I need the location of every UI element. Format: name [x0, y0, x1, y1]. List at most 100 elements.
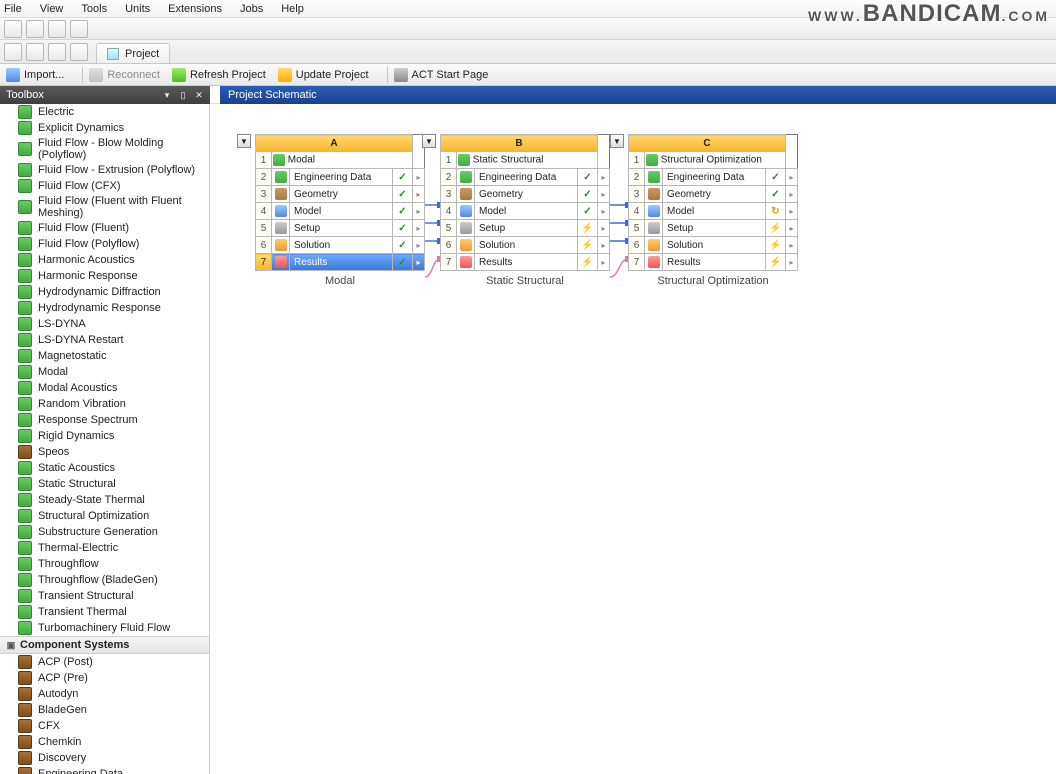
- system-cell-row[interactable]: 6Solution✓▸: [256, 237, 425, 254]
- system-cell-row[interactable]: 3Geometry✓▸: [629, 186, 798, 203]
- analysis-system-item[interactable]: Substructure Generation: [0, 524, 209, 540]
- analysis-system-item[interactable]: Electric: [0, 104, 209, 120]
- analysis-system-item[interactable]: Rigid Dynamics: [0, 428, 209, 444]
- system-cell-row[interactable]: 7Results⚡▸: [629, 254, 798, 271]
- analysis-system-item[interactable]: Explicit Dynamics: [0, 120, 209, 136]
- toolbox-close-icon[interactable]: ✕: [194, 90, 204, 100]
- reconnect-button[interactable]: Reconnect: [89, 66, 160, 84]
- analysis-system-item[interactable]: Modal Acoustics: [0, 380, 209, 396]
- analysis-system-item[interactable]: Turbomachinery Fluid Flow: [0, 620, 209, 636]
- system-cell-row[interactable]: 2Engineering Data✓▸: [629, 169, 798, 186]
- system-block-c[interactable]: ▼C1 Structural Optimization2Engineering …: [628, 134, 798, 287]
- system-cell-row[interactable]: 5Setup✓▸: [256, 220, 425, 237]
- analysis-system-item[interactable]: Fluid Flow (Fluent with Fluent Meshing): [0, 194, 209, 220]
- analysis-system-item[interactable]: Hydrodynamic Diffraction: [0, 284, 209, 300]
- component-system-item[interactable]: ACP (Pre): [0, 670, 209, 686]
- menu-units[interactable]: Units: [125, 3, 150, 15]
- analysis-system-item[interactable]: Structural Optimization: [0, 508, 209, 524]
- menu-view[interactable]: View: [40, 3, 64, 15]
- component-system-item[interactable]: CFX: [0, 718, 209, 734]
- component-system-item[interactable]: ACP (Post): [0, 654, 209, 670]
- analysis-system-item[interactable]: Harmonic Response: [0, 268, 209, 284]
- analysis-system-item[interactable]: Fluid Flow - Extrusion (Polyflow): [0, 162, 209, 178]
- component-system-item[interactable]: Discovery: [0, 750, 209, 766]
- menu-tools[interactable]: Tools: [81, 3, 107, 15]
- system-block-b[interactable]: ▼B1 Static Structural2Engineering Data✓▸…: [440, 134, 610, 287]
- system-cell-row[interactable]: 1 Structural Optimization: [629, 152, 798, 169]
- system-cell-row[interactable]: 2Engineering Data✓▸: [441, 169, 610, 186]
- toolbox-pin-icon[interactable]: ▯: [178, 90, 188, 100]
- system-cell-row[interactable]: 4Model✓▸: [441, 203, 610, 220]
- toolbox-dropdown-icon[interactable]: ▾: [162, 90, 172, 100]
- system-cell-row[interactable]: 7Results⚡▸: [441, 254, 610, 271]
- import-button[interactable]: Import...: [6, 66, 64, 84]
- system-label[interactable]: Modal: [255, 275, 425, 287]
- menu-file[interactable]: File: [4, 3, 22, 15]
- analysis-system-item[interactable]: Modal: [0, 364, 209, 380]
- refresh-icon[interactable]: [70, 20, 88, 38]
- analysis-system-item[interactable]: Fluid Flow (Polyflow): [0, 236, 209, 252]
- system-cell-row[interactable]: 5Setup⚡▸: [629, 220, 798, 237]
- schematic-workspace[interactable]: ▼A1 Modal2Engineering Data✓▸3Geometry✓▸4…: [210, 104, 1056, 774]
- system-cell-row[interactable]: 1 Static Structural: [441, 152, 610, 169]
- analysis-system-item[interactable]: Random Vibration: [0, 396, 209, 412]
- component-system-item[interactable]: BladeGen: [0, 702, 209, 718]
- component-system-item[interactable]: Chemkin: [0, 734, 209, 750]
- tab-save-icon[interactable]: [48, 43, 66, 61]
- component-system-item[interactable]: Autodyn: [0, 686, 209, 702]
- save-icon[interactable]: [48, 20, 66, 38]
- toolbox-header[interactable]: Toolbox ▾ ▯ ✕: [0, 86, 210, 104]
- analysis-system-item[interactable]: Speos: [0, 444, 209, 460]
- system-cell-row[interactable]: 6Solution⚡▸: [629, 237, 798, 254]
- tab-project[interactable]: Project: [96, 43, 170, 63]
- system-cell-row[interactable]: 4Model✓▸: [256, 203, 425, 220]
- tab-new-icon[interactable]: [4, 43, 22, 61]
- tab-open-icon[interactable]: [26, 43, 44, 61]
- schematic-header[interactable]: Project Schematic: [220, 86, 1056, 104]
- act-start-page-button[interactable]: ACT Start Page: [394, 66, 489, 84]
- analysis-system-item[interactable]: Static Structural: [0, 476, 209, 492]
- system-cell-row[interactable]: 3Geometry✓▸: [441, 186, 610, 203]
- system-cell-row[interactable]: 6Solution⚡▸: [441, 237, 610, 254]
- system-label[interactable]: Structural Optimization: [628, 275, 798, 287]
- analysis-system-item[interactable]: Harmonic Acoustics: [0, 252, 209, 268]
- system-cell-row[interactable]: 1 Modal: [256, 152, 425, 169]
- analysis-system-item[interactable]: Hydrodynamic Response: [0, 300, 209, 316]
- analysis-system-item[interactable]: Fluid Flow (CFX): [0, 178, 209, 194]
- toolbox-panel[interactable]: ElectricExplicit DynamicsFluid Flow - Bl…: [0, 104, 210, 774]
- system-cell-row[interactable]: 4Model↻▸: [629, 203, 798, 220]
- analysis-system-item[interactable]: Fluid Flow - Blow Molding (Polyflow): [0, 136, 209, 162]
- tab-chart-icon[interactable]: [70, 43, 88, 61]
- system-handle-icon[interactable]: ▼: [610, 134, 624, 148]
- menu-jobs[interactable]: Jobs: [240, 3, 263, 15]
- analysis-system-item[interactable]: Static Acoustics: [0, 460, 209, 476]
- analysis-system-item[interactable]: LS-DYNA Restart: [0, 332, 209, 348]
- refresh-project-button[interactable]: Refresh Project: [172, 66, 266, 84]
- analysis-system-item[interactable]: Response Spectrum: [0, 412, 209, 428]
- menu-extensions[interactable]: Extensions: [168, 3, 222, 15]
- analysis-system-item[interactable]: Transient Thermal: [0, 604, 209, 620]
- analysis-system-item[interactable]: Thermal-Electric: [0, 540, 209, 556]
- analysis-system-item[interactable]: Transient Structural: [0, 588, 209, 604]
- system-cell-row[interactable]: 5Setup⚡▸: [441, 220, 610, 237]
- component-system-item[interactable]: Engineering Data: [0, 766, 209, 774]
- analysis-system-item[interactable]: Steady-State Thermal: [0, 492, 209, 508]
- system-cell-row[interactable]: 7Results✓▸: [256, 254, 425, 271]
- analysis-system-item[interactable]: Throughflow: [0, 556, 209, 572]
- menu-help[interactable]: Help: [281, 3, 304, 15]
- analysis-system-item[interactable]: Fluid Flow (Fluent): [0, 220, 209, 236]
- system-icon: [18, 509, 32, 523]
- new-icon[interactable]: [4, 20, 22, 38]
- system-label[interactable]: Static Structural: [440, 275, 610, 287]
- system-handle-icon[interactable]: ▼: [237, 134, 251, 148]
- analysis-system-item[interactable]: Magnetostatic: [0, 348, 209, 364]
- component-systems-header[interactable]: ▣Component Systems: [0, 636, 209, 654]
- update-project-button[interactable]: Update Project: [278, 66, 369, 84]
- system-block-a[interactable]: ▼A1 Modal2Engineering Data✓▸3Geometry✓▸4…: [255, 134, 425, 287]
- analysis-system-item[interactable]: Throughflow (BladeGen): [0, 572, 209, 588]
- system-cell-row[interactable]: 3Geometry✓▸: [256, 186, 425, 203]
- system-cell-row[interactable]: 2Engineering Data✓▸: [256, 169, 425, 186]
- system-handle-icon[interactable]: ▼: [422, 134, 436, 148]
- open-icon[interactable]: [26, 20, 44, 38]
- analysis-system-item[interactable]: LS-DYNA: [0, 316, 209, 332]
